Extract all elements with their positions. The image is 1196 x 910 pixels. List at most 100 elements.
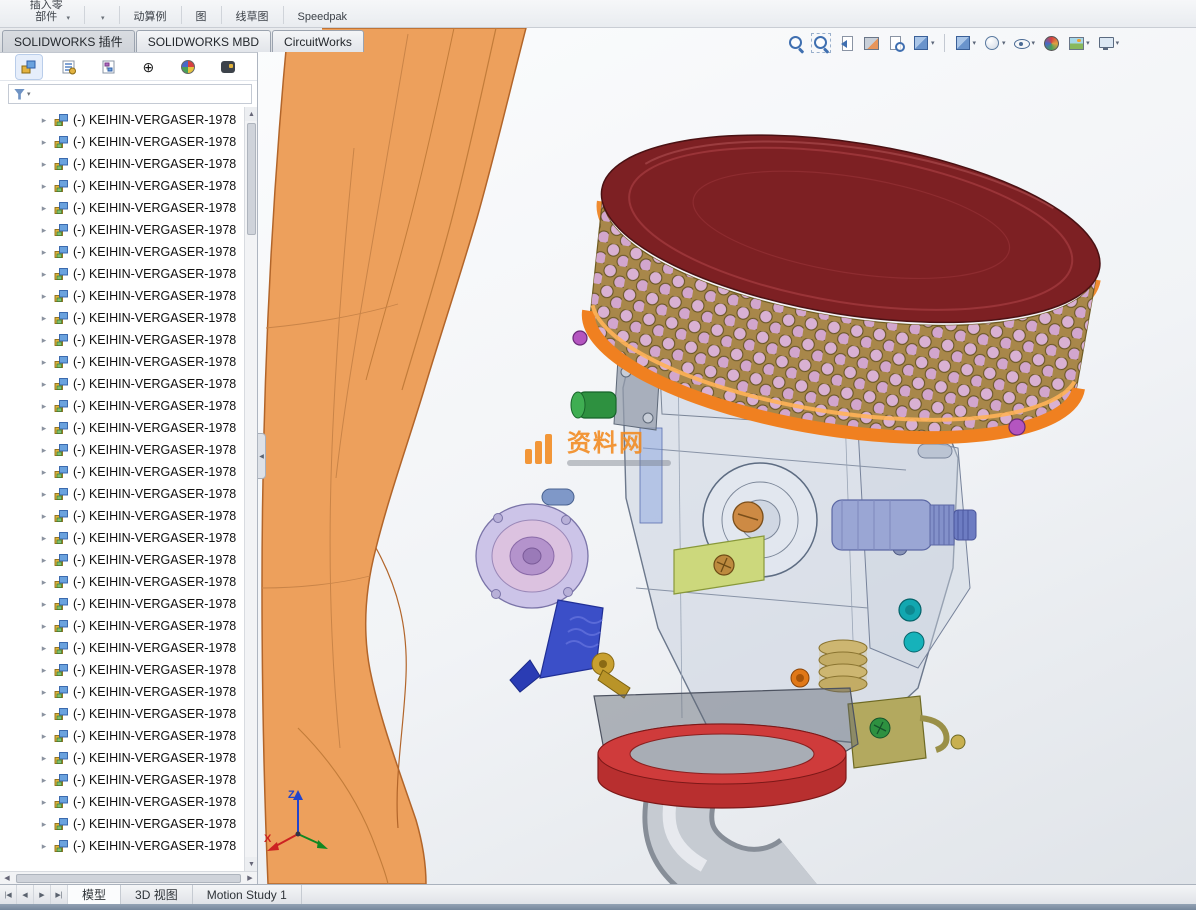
expand-arrow-icon[interactable]: ▸ xyxy=(38,797,50,808)
bottom-tab-1[interactable]: 模型 xyxy=(68,885,121,904)
expand-arrow-icon[interactable]: ▸ xyxy=(38,225,50,236)
vertical-scrollbar-thumb[interactable] xyxy=(247,123,256,235)
magnified-selection-button[interactable] xyxy=(886,33,906,53)
expand-arrow-icon[interactable]: ▸ xyxy=(38,203,50,214)
hide-show-items-button[interactable]: ▾ xyxy=(1012,33,1037,53)
expand-arrow-icon[interactable]: ▸ xyxy=(38,291,50,302)
expand-arrow-icon[interactable]: ▸ xyxy=(38,335,50,346)
featuremanager-tab[interactable] xyxy=(16,55,42,79)
expand-arrow-icon[interactable]: ▸ xyxy=(38,137,50,148)
expand-arrow-icon[interactable]: ▸ xyxy=(38,841,50,852)
expand-arrow-icon[interactable]: ▸ xyxy=(38,247,50,258)
previous-view-button[interactable] xyxy=(836,33,856,53)
scroll-left-arrow-icon[interactable]: ◀ xyxy=(0,874,14,882)
expand-arrow-icon[interactable]: ▸ xyxy=(38,753,50,764)
expand-arrow-icon[interactable]: ▸ xyxy=(38,599,50,610)
tree-item[interactable]: ▸(-) KEIHIN-VERGASER-1978 xyxy=(0,461,244,483)
addin-tab-3[interactable]: CircuitWorks xyxy=(272,30,364,52)
tree-item[interactable]: ▸(-) KEIHIN-VERGASER-1978 xyxy=(0,373,244,395)
tree-filter-input[interactable] xyxy=(35,87,246,101)
tree-item[interactable]: ▸(-) KEIHIN-VERGASER-1978 xyxy=(0,813,244,835)
propertymanager-tab[interactable] xyxy=(56,55,82,79)
model-canvas[interactable] xyxy=(258,28,1196,884)
expand-arrow-icon[interactable]: ▸ xyxy=(38,819,50,830)
dimxpertmanager-tab[interactable]: ⊕ xyxy=(135,55,161,79)
expand-arrow-icon[interactable]: ▸ xyxy=(38,181,50,192)
expand-arrow-icon[interactable]: ▸ xyxy=(38,115,50,126)
expand-arrow-icon[interactable]: ▸ xyxy=(38,577,50,588)
tree-item[interactable]: ▸(-) KEIHIN-VERGASER-1978 xyxy=(0,439,244,461)
expand-arrow-icon[interactable]: ▸ xyxy=(38,269,50,280)
tree-item[interactable]: ▸(-) KEIHIN-VERGASER-1978 xyxy=(0,527,244,549)
ribbon-item-5[interactable]: 线草图 xyxy=(228,11,277,27)
tree-item[interactable]: ▸(-) KEIHIN-VERGASER-1978 xyxy=(0,241,244,263)
expand-arrow-icon[interactable]: ▸ xyxy=(38,643,50,654)
horizontal-scrollbar-thumb[interactable] xyxy=(16,874,241,883)
tree-item[interactable]: ▸(-) KEIHIN-VERGASER-1978 xyxy=(0,659,244,681)
tree-item[interactable]: ▸(-) KEIHIN-VERGASER-1978 xyxy=(0,637,244,659)
view-settings-button[interactable]: ▾ xyxy=(1096,33,1121,53)
expand-arrow-icon[interactable]: ▸ xyxy=(38,159,50,170)
tree-item[interactable]: ▸(-) KEIHIN-VERGASER-1978 xyxy=(0,769,244,791)
model-green-knob[interactable] xyxy=(571,392,616,418)
ribbon-item-1[interactable]: 插入零部件▾ xyxy=(20,0,78,27)
first-tab-button[interactable]: |◀ xyxy=(0,885,17,904)
expand-arrow-icon[interactable]: ▸ xyxy=(38,621,50,632)
tree-horizontal-scrollbar[interactable]: ◀ ▶ xyxy=(0,871,257,884)
cam-tab[interactable] xyxy=(215,55,241,79)
graphics-area[interactable]: ▾▾▾▾▾▾ 资料网 Z X ◀ xyxy=(258,28,1196,884)
section-view-button[interactable] xyxy=(861,33,881,53)
expand-arrow-icon[interactable]: ▸ xyxy=(38,775,50,786)
tree-item[interactable]: ▸(-) KEIHIN-VERGASER-1978 xyxy=(0,175,244,197)
configurationmanager-tab[interactable] xyxy=(96,55,122,79)
expand-arrow-icon[interactable]: ▸ xyxy=(38,357,50,368)
expand-arrow-icon[interactable]: ▸ xyxy=(38,379,50,390)
expand-arrow-icon[interactable]: ▸ xyxy=(38,445,50,456)
edit-appearance-button[interactable] xyxy=(1041,33,1061,53)
expand-arrow-icon[interactable]: ▸ xyxy=(38,489,50,500)
tree-item[interactable]: ▸(-) KEIHIN-VERGASER-1978 xyxy=(0,571,244,593)
prev-tab-button[interactable]: ◀ xyxy=(17,885,34,904)
addin-tab-2[interactable]: SOLIDWORKS MBD xyxy=(136,30,271,52)
expand-arrow-icon[interactable]: ▸ xyxy=(38,313,50,324)
displaymanager-tab[interactable] xyxy=(175,55,201,79)
expand-arrow-icon[interactable]: ▸ xyxy=(38,665,50,676)
tree-item[interactable]: ▸(-) KEIHIN-VERGASER-1978 xyxy=(0,153,244,175)
tree-vertical-scrollbar[interactable]: ▲ ▼ xyxy=(244,107,257,871)
ribbon-item-6[interactable]: Speedpak xyxy=(290,11,348,27)
tree-item[interactable]: ▸(-) KEIHIN-VERGASER-1978 xyxy=(0,747,244,769)
model-throttle-lever[interactable] xyxy=(510,600,630,698)
scroll-right-arrow-icon[interactable]: ▶ xyxy=(243,874,257,882)
model-idle-screw-cylinder[interactable] xyxy=(832,500,976,550)
panel-collapse-handle[interactable]: ◀ xyxy=(258,433,266,479)
tree-item[interactable]: ▸(-) KEIHIN-VERGASER-1978 xyxy=(0,483,244,505)
tree-item[interactable]: ▸(-) KEIHIN-VERGASER-1978 xyxy=(0,131,244,153)
tree-item[interactable]: ▸(-) KEIHIN-VERGASER-1978 xyxy=(0,197,244,219)
ribbon-item-4[interactable]: 图 xyxy=(188,11,215,27)
expand-arrow-icon[interactable]: ▸ xyxy=(38,423,50,434)
zoom-to-fit-button[interactable] xyxy=(786,33,806,53)
addin-tab-1[interactable]: SOLIDWORKS 插件 xyxy=(2,30,135,52)
bottom-tab-2[interactable]: 3D 视图 xyxy=(121,885,193,904)
tree-item[interactable]: ▸(-) KEIHIN-VERGASER-1978 xyxy=(0,505,244,527)
tree-item[interactable]: ▸(-) KEIHIN-VERGASER-1978 xyxy=(0,263,244,285)
tree-item[interactable]: ▸(-) KEIHIN-VERGASER-1978 xyxy=(0,307,244,329)
tree-item[interactable]: ▸(-) KEIHIN-VERGASER-1978 xyxy=(0,395,244,417)
last-tab-button[interactable]: ▶| xyxy=(51,885,68,904)
tree-item[interactable]: ▸(-) KEIHIN-VERGASER-1978 xyxy=(0,351,244,373)
apply-scene-button[interactable]: ▾ xyxy=(1066,33,1091,53)
tree-item[interactable]: ▸(-) KEIHIN-VERGASER-1978 xyxy=(0,329,244,351)
ribbon-item-3[interactable]: 动算例 xyxy=(126,11,175,27)
bottom-tab-3[interactable]: Motion Study 1 xyxy=(193,885,302,904)
view-selector-button[interactable]: ▾ xyxy=(911,33,936,53)
tree-item[interactable]: ▸(-) KEIHIN-VERGASER-1978 xyxy=(0,549,244,571)
scroll-down-arrow-icon[interactable]: ▼ xyxy=(245,857,257,871)
next-tab-button[interactable]: ▶ xyxy=(34,885,51,904)
expand-arrow-icon[interactable]: ▸ xyxy=(38,555,50,566)
ribbon-item-2[interactable]: ▾ xyxy=(91,15,113,27)
view-orientation-button[interactable]: ▾ xyxy=(953,33,978,53)
expand-arrow-icon[interactable]: ▸ xyxy=(38,731,50,742)
tree-item[interactable]: ▸(-) KEIHIN-VERGASER-1978 xyxy=(0,615,244,637)
tree-item[interactable]: ▸(-) KEIHIN-VERGASER-1978 xyxy=(0,703,244,725)
scroll-up-arrow-icon[interactable]: ▲ xyxy=(245,107,257,121)
